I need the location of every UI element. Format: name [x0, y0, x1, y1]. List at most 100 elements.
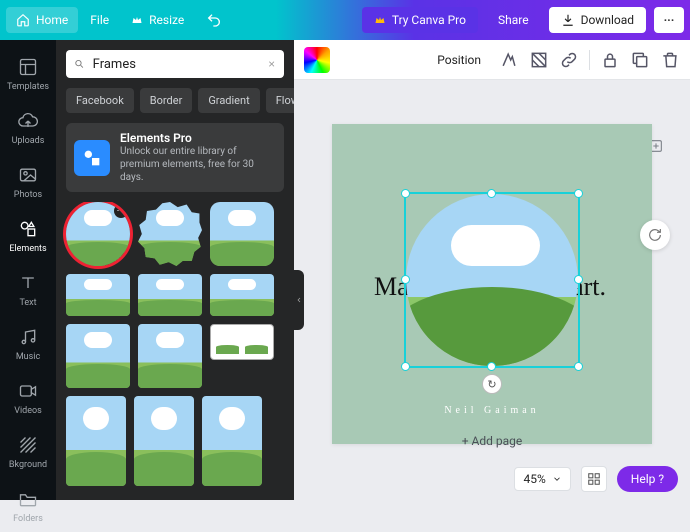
music-icon: [17, 326, 39, 348]
rail-bkground[interactable]: Bkground: [0, 426, 56, 478]
file-menu[interactable]: File: [80, 7, 119, 33]
frame-portrait-1[interactable]: [66, 396, 126, 486]
effects-icon[interactable]: [499, 50, 519, 70]
rail-label: Elements: [9, 244, 46, 254]
topbar-left: Home File Resize: [6, 0, 232, 40]
frame-landscape-3[interactable]: [210, 274, 274, 316]
undo-icon: [206, 12, 222, 28]
rail-uploads[interactable]: Uploads: [0, 102, 56, 154]
promo-title: Elements Pro: [120, 131, 276, 145]
resize-handle-sw[interactable]: [401, 362, 410, 371]
chip-border[interactable]: Border: [140, 88, 193, 113]
delete-icon[interactable]: [660, 50, 680, 70]
rail-label: Folders: [13, 514, 43, 524]
share-label: Share: [498, 13, 529, 27]
help-button[interactable]: Help ?: [617, 466, 678, 492]
download-button[interactable]: Download: [549, 7, 646, 33]
download-label: Download: [581, 13, 634, 27]
position-button[interactable]: Position: [429, 49, 489, 71]
resize-handle-s[interactable]: [487, 362, 496, 371]
crown-icon: [131, 14, 143, 26]
elements-panel: Facebook Border Gradient Flowers Element…: [56, 40, 294, 500]
frame-square-1[interactable]: [66, 324, 130, 388]
elements-pro-promo[interactable]: Elements Pro Unlock our entire library o…: [66, 123, 284, 192]
resize-handle-se[interactable]: [574, 362, 583, 371]
stage[interactable]: Make art. Neil Gaiman: [294, 80, 690, 500]
clear-icon[interactable]: [267, 57, 276, 71]
canvas-author[interactable]: Neil Gaiman: [332, 405, 652, 416]
download-icon: [561, 13, 575, 27]
rail-text[interactable]: Text: [0, 264, 56, 316]
sync-icon[interactable]: ↻: [482, 374, 502, 394]
frame-rounded-square[interactable]: [210, 202, 274, 266]
resize-handle-w[interactable]: [401, 275, 410, 284]
grid-icon: [587, 472, 601, 486]
lock-icon[interactable]: [600, 50, 620, 70]
background-icon: [17, 434, 39, 456]
refresh-icon: [647, 227, 663, 243]
item-more-icon[interactable]: ⋯: [114, 204, 128, 218]
promo-icon: [74, 140, 110, 176]
frame-portrait-2[interactable]: [134, 396, 194, 486]
resize-handle-n[interactable]: [487, 189, 496, 198]
frame-landscape-1[interactable]: [66, 274, 130, 316]
more-menu[interactable]: ···: [654, 7, 684, 33]
videos-icon: [17, 380, 39, 402]
rail-templates[interactable]: Templates: [0, 48, 56, 100]
frame-circle[interactable]: ⋯ FREE: [66, 202, 130, 266]
resize-handle-e[interactable]: [574, 275, 583, 284]
add-page-button[interactable]: + Add page: [442, 428, 543, 454]
footer-controls: 45% Help ?: [514, 466, 678, 492]
rail-label: Text: [19, 298, 36, 308]
top-toolbar: Home File Resize Try Canva Pro Share Dow…: [0, 0, 690, 40]
filter-chips: Facebook Border Gradient Flowers: [56, 88, 294, 123]
search-area: [56, 40, 294, 88]
file-label: File: [90, 13, 109, 27]
free-badge: FREE: [104, 253, 130, 266]
search-box[interactable]: [66, 50, 284, 78]
share-button[interactable]: Share: [486, 7, 541, 33]
design-page[interactable]: Make art. Neil Gaiman: [332, 124, 652, 444]
rail-music[interactable]: Music: [0, 318, 56, 370]
frame-landscape-2[interactable]: [138, 274, 202, 316]
rail-folders[interactable]: Folders: [0, 480, 56, 532]
rail-photos[interactable]: Photos: [0, 156, 56, 208]
undo-button[interactable]: [196, 6, 232, 34]
frame-filmstrip[interactable]: [210, 324, 274, 360]
rail-label: Videos: [14, 406, 42, 416]
nav-rail: Templates Uploads Photos Elements Text M…: [0, 40, 56, 500]
color-swatch[interactable]: [304, 47, 330, 73]
frame-results: ⋯ FREE: [56, 202, 294, 500]
rail-label: Uploads: [12, 136, 45, 146]
link-icon[interactable]: [559, 50, 579, 70]
resize-label: Resize: [149, 13, 184, 27]
rail-videos[interactable]: Videos: [0, 372, 56, 424]
frame-portrait-3[interactable]: [202, 396, 262, 486]
templates-icon: [17, 56, 39, 78]
transparency-icon[interactable]: [529, 50, 549, 70]
resize-menu[interactable]: Resize: [121, 7, 194, 33]
home-icon: [16, 13, 30, 27]
rail-elements[interactable]: Elements: [0, 210, 56, 262]
home-button[interactable]: Home: [6, 7, 78, 33]
chip-facebook[interactable]: Facebook: [66, 88, 134, 113]
home-label: Home: [36, 13, 68, 27]
chip-gradient[interactable]: Gradient: [198, 88, 259, 113]
zoom-control[interactable]: 45%: [514, 467, 570, 491]
frame-blob[interactable]: [138, 202, 202, 266]
main-area: Templates Uploads Photos Elements Text M…: [0, 40, 690, 500]
chip-flowers[interactable]: Flowers: [266, 88, 294, 113]
selected-frame[interactable]: ↻: [404, 192, 580, 368]
autosave-indicator[interactable]: [640, 220, 670, 250]
elements-icon: [17, 218, 39, 240]
try-pro-button[interactable]: Try Canva Pro: [362, 7, 478, 33]
duplicate-icon[interactable]: [630, 50, 650, 70]
canvas-area: Position Make art. Neil Gaiman: [294, 40, 690, 500]
grid-view-button[interactable]: [581, 466, 607, 492]
resize-handle-nw[interactable]: [401, 189, 410, 198]
frame-square-2[interactable]: [138, 324, 202, 388]
context-toolbar: Position: [294, 40, 690, 80]
search-input[interactable]: [93, 57, 259, 72]
resize-handle-ne[interactable]: [574, 189, 583, 198]
photos-icon: [17, 164, 39, 186]
